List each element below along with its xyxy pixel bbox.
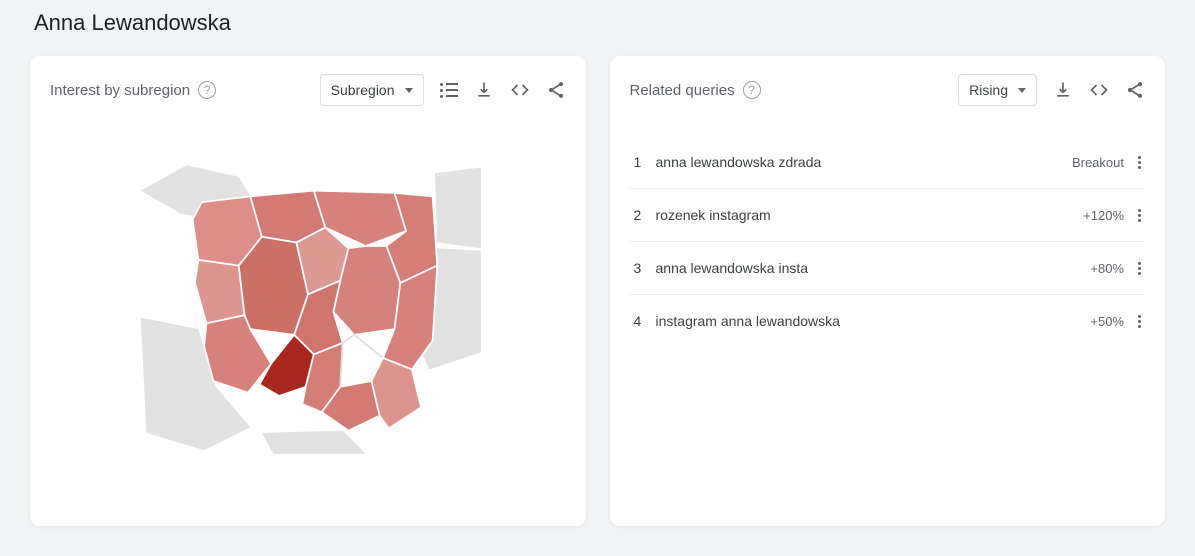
- query-value: +80%: [1090, 261, 1124, 276]
- query-rank: 3: [634, 260, 656, 276]
- embed-icon[interactable]: [1089, 80, 1109, 100]
- query-text: instagram anna lewandowska: [656, 313, 1091, 329]
- query-rank: 2: [634, 207, 656, 223]
- download-icon[interactable]: [1053, 80, 1073, 100]
- related-queries-card: Related queries ? Rising: [610, 56, 1166, 526]
- query-text: rozenek instagram: [656, 207, 1084, 223]
- query-row[interactable]: 3 anna lewandowska insta +80%: [630, 242, 1146, 295]
- more-icon[interactable]: [1138, 209, 1141, 222]
- chevron-down-icon: [1018, 88, 1026, 93]
- more-icon[interactable]: [1138, 262, 1141, 275]
- rising-dropdown[interactable]: Rising: [958, 74, 1037, 106]
- more-icon[interactable]: [1138, 156, 1141, 169]
- query-text: anna lewandowska zdrada: [656, 154, 1072, 170]
- query-value: +120%: [1083, 208, 1124, 223]
- query-row[interactable]: 2 rozenek instagram +120%: [630, 189, 1146, 242]
- query-list: 1 anna lewandowska zdrada Breakout 2 roz…: [630, 136, 1146, 347]
- query-row[interactable]: 4 instagram anna lewandowska +50%: [630, 295, 1146, 347]
- query-text: anna lewandowska insta: [656, 260, 1091, 276]
- left-card-title: Interest by subregion: [50, 82, 190, 99]
- subregion-dropdown-label: Subregion: [331, 82, 395, 98]
- query-row[interactable]: 1 anna lewandowska zdrada Breakout: [630, 136, 1146, 189]
- share-icon[interactable]: [1125, 80, 1145, 100]
- more-icon[interactable]: [1138, 315, 1141, 328]
- download-icon[interactable]: [474, 80, 494, 100]
- interest-by-subregion-card: Interest by subregion ? Subregion: [30, 56, 586, 526]
- poland-map[interactable]: [50, 126, 566, 486]
- subregion-dropdown[interactable]: Subregion: [320, 74, 424, 106]
- list-view-icon[interactable]: [440, 83, 458, 98]
- page-title: Anna Lewandowska: [34, 10, 1165, 36]
- help-icon[interactable]: ?: [743, 81, 761, 99]
- help-icon[interactable]: ?: [198, 81, 216, 99]
- embed-icon[interactable]: [510, 80, 530, 100]
- chevron-down-icon: [405, 88, 413, 93]
- share-icon[interactable]: [546, 80, 566, 100]
- right-card-title: Related queries: [630, 82, 735, 99]
- query-value: +50%: [1090, 314, 1124, 329]
- query-rank: 4: [634, 313, 656, 329]
- query-rank: 1: [634, 154, 656, 170]
- rising-dropdown-label: Rising: [969, 82, 1008, 98]
- query-value: Breakout: [1072, 155, 1124, 170]
